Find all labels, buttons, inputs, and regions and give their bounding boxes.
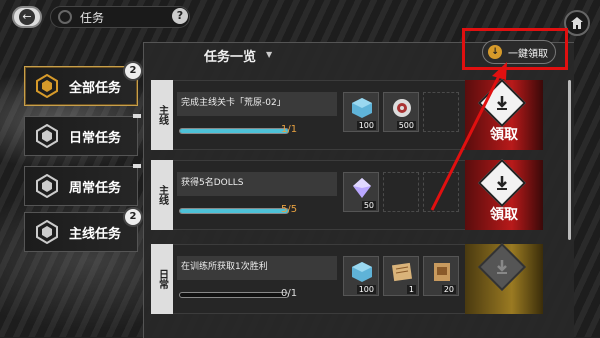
mission-type-label: 主线 [156, 105, 168, 125]
reward-item[interactable]: 50 [343, 172, 379, 212]
crystal-icon [353, 178, 371, 198]
caret-down-icon: ▼ [266, 50, 273, 59]
progress-bar [179, 292, 289, 298]
mission-type-tag: 日常 [151, 244, 173, 314]
reward-item[interactable]: 100 [343, 256, 379, 296]
mission-row: 主线 完成主线关卡「荒原-02」 1/1 100 500 領取 [151, 78, 543, 150]
claim-diamond [477, 78, 527, 128]
page-title-bar: 任务 [50, 6, 190, 28]
reward-quantity: 50 [361, 201, 376, 210]
annotation-highlight-box [462, 28, 568, 70]
download-icon [497, 176, 507, 190]
parchment-icon [434, 263, 450, 281]
reward-item[interactable]: 1 [383, 256, 419, 296]
reward-quantity: 1 [406, 285, 416, 294]
notification-badge: 2 [123, 207, 143, 227]
reward-slot-empty [423, 172, 459, 212]
mission-row: 主线 获得5名DOLLS 5/5 50 領取 [151, 158, 543, 230]
home-icon [571, 17, 583, 29]
tab-daily-missions[interactable]: 日常任务 [24, 114, 141, 156]
gear-chip-icon [393, 99, 411, 117]
reward-quantity: 100 [356, 285, 376, 294]
reward-item[interactable]: 100 [343, 92, 379, 132]
tab-label: 主线任务 [69, 226, 122, 242]
progress-text: 5/5 [281, 204, 298, 215]
reward-item[interactable]: 20 [423, 256, 459, 296]
mission-type-tag: 主线 [151, 160, 173, 230]
reward-quantity: 20 [441, 285, 456, 294]
download-icon [497, 96, 507, 110]
mission-type-tag: 主线 [151, 80, 173, 150]
progress-fill [180, 209, 288, 213]
claim-label: 領取 [490, 127, 518, 143]
reward-slot-empty [383, 172, 419, 212]
claim-diamond [477, 158, 527, 208]
back-button[interactable]: ← [12, 6, 42, 28]
download-icon [497, 260, 507, 274]
claim-button[interactable]: 領取 [465, 78, 543, 150]
gear-icon [58, 10, 72, 24]
progress-bar [179, 208, 289, 214]
mission-list-title: 任务一览 [204, 50, 257, 65]
mission-description: 完成主线关卡「荒原-02」 [177, 92, 337, 116]
mission-type-label: 主线 [156, 185, 168, 205]
help-button[interactable]: ? [172, 8, 188, 24]
back-arrow-icon: ← [19, 9, 35, 25]
mission-emblem-icon [36, 220, 58, 244]
reward-quantity: 100 [356, 121, 376, 130]
claim-diamond [477, 242, 527, 292]
reward-quantity: 500 [396, 121, 416, 130]
tab-main-missions[interactable]: 主线任务 2 [24, 207, 143, 252]
mission-emblem-icon [36, 124, 58, 148]
map-scroll-icon [391, 262, 413, 282]
claim-button[interactable]: 領取 [465, 158, 543, 230]
progress-text: 1/1 [281, 124, 298, 135]
mission-description: 在训练所获取1次胜利 [177, 256, 337, 280]
page-title: 任务 [80, 10, 105, 25]
mission-description: 获得5名DOLLS [177, 172, 337, 196]
data-cube-icon [352, 262, 372, 282]
tab-label: 周常任务 [69, 180, 122, 196]
mission-type-label: 日常 [156, 269, 168, 289]
tab-label: 全部任务 [69, 80, 122, 96]
progress-text: 0/1 [281, 288, 298, 299]
scrollbar[interactable] [568, 80, 571, 240]
reward-slot-empty [423, 92, 459, 132]
reward-item[interactable]: 500 [383, 92, 419, 132]
progress-bar [179, 128, 289, 134]
mission-emblem-icon [36, 174, 58, 198]
claim-label: 領取 [490, 207, 518, 223]
tab-marker [133, 164, 141, 168]
mission-emblem-icon [36, 74, 58, 98]
tab-marker [133, 114, 141, 118]
notification-badge: 2 [123, 61, 143, 81]
data-cube-icon [352, 98, 372, 118]
mission-row: 日常 在训练所获取1次胜利 0/1 100 1 20 [151, 242, 543, 314]
tab-weekly-missions[interactable]: 周常任务 [24, 164, 141, 206]
tab-all-missions[interactable]: 全部任务 2 [24, 61, 143, 106]
claim-button-disabled [465, 242, 543, 314]
progress-fill [180, 129, 288, 133]
tab-label: 日常任务 [69, 130, 122, 146]
